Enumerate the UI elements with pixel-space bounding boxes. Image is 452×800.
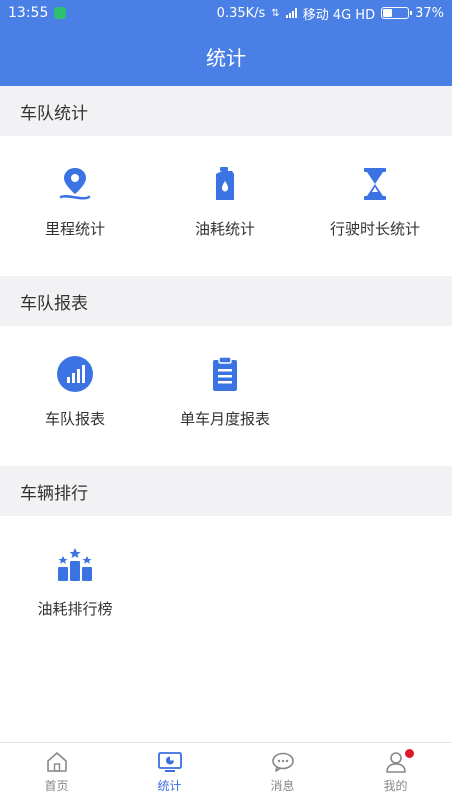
network-speed: 0.35K/s bbox=[216, 5, 266, 21]
section-vehicle-ranking: 车辆排行 油耗排行榜 bbox=[0, 466, 452, 742]
page-title: 统计 bbox=[206, 45, 246, 70]
nav-label: 首页 bbox=[44, 779, 69, 793]
bar-chart-circle-icon bbox=[55, 354, 95, 394]
mileage-stats-button[interactable]: 里程统计 bbox=[0, 136, 150, 276]
nav-messages[interactable]: 消息 bbox=[226, 743, 339, 800]
grid-item-label: 里程统计 bbox=[44, 220, 105, 238]
grid-item-label: 油耗统计 bbox=[194, 220, 255, 238]
grid-item-label: 油耗排行榜 bbox=[37, 600, 113, 618]
battery-icon bbox=[381, 7, 413, 19]
nav-profile[interactable]: 我的 bbox=[339, 743, 452, 800]
nav-home[interactable]: 首页 bbox=[0, 743, 113, 800]
stats-content: 车队统计 里程统计 油耗统计 行驶时长统计 车队报表 车队报表 单车月度报表 车… bbox=[0, 86, 452, 742]
ranking-podium-icon bbox=[55, 544, 95, 584]
section-title: 车队报表 bbox=[0, 276, 452, 326]
grid-item-label: 单车月度报表 bbox=[179, 410, 270, 428]
fuel-can-icon bbox=[205, 164, 245, 204]
battery-percent: 37% bbox=[415, 5, 444, 21]
section-grid: 车队报表 单车月度报表 bbox=[0, 326, 452, 466]
section-grid: 里程统计 油耗统计 行驶时长统计 bbox=[0, 136, 452, 276]
notification-badge-dot bbox=[405, 749, 414, 758]
section-grid: 油耗排行榜 bbox=[0, 516, 452, 742]
app-notification-icon bbox=[54, 7, 67, 19]
hourglass-icon bbox=[355, 164, 395, 204]
chat-bubbles-icon bbox=[269, 749, 297, 775]
map-pin-route-icon bbox=[55, 164, 95, 204]
grid-item-label: 车队报表 bbox=[44, 410, 105, 428]
fleet-report-button[interactable]: 车队报表 bbox=[0, 326, 150, 466]
clipboard-icon bbox=[205, 354, 245, 394]
fuel-stats-button[interactable]: 油耗统计 bbox=[150, 136, 300, 276]
status-bar: 13:55 0.35K/s ⇅ 移动 4G HD 37% bbox=[0, 0, 452, 26]
bottom-nav: 首页 统计 消息 我的 bbox=[0, 742, 452, 800]
page-header: 统计 bbox=[0, 26, 452, 86]
section-fleet-reports: 车队报表 车队报表 单车月度报表 bbox=[0, 276, 452, 466]
nav-label: 统计 bbox=[157, 779, 182, 793]
nav-label: 消息 bbox=[270, 779, 295, 793]
vehicle-monthly-report-button[interactable]: 单车月度报表 bbox=[150, 326, 300, 466]
home-icon bbox=[43, 749, 71, 775]
carrier-label: 移动 4G HD bbox=[302, 7, 376, 23]
grid-item-label: 行驶时长统计 bbox=[329, 220, 420, 238]
nav-stats[interactable]: 统计 bbox=[113, 743, 226, 800]
section-title: 车队统计 bbox=[0, 86, 452, 136]
status-time: 13:55 bbox=[8, 5, 49, 21]
nav-label: 我的 bbox=[383, 779, 408, 793]
data-transfer-icon: ⇅ bbox=[271, 7, 280, 19]
section-fleet-stats: 车队统计 里程统计 油耗统计 行驶时长统计 bbox=[0, 86, 452, 276]
section-title: 车辆排行 bbox=[0, 466, 452, 516]
drive-time-stats-button[interactable]: 行驶时长统计 bbox=[300, 136, 450, 276]
monitor-chart-icon bbox=[156, 749, 184, 775]
signal-icon bbox=[285, 8, 297, 18]
fuel-ranking-button[interactable]: 油耗排行榜 bbox=[0, 516, 150, 742]
